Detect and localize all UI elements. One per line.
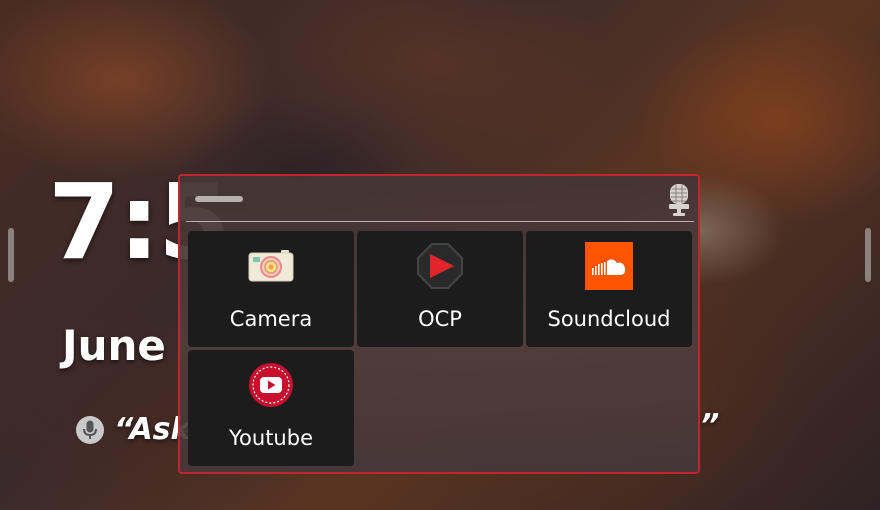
camera-icon (246, 241, 296, 291)
app-tile-soundcloud[interactable]: Soundcloud (526, 231, 692, 347)
app-label-youtube: Youtube (229, 426, 313, 450)
microphone-icon[interactable] (664, 182, 694, 218)
youtube-icon (246, 360, 296, 410)
app-label-soundcloud: Soundcloud (547, 307, 671, 331)
drawer-drag-handle[interactable] (195, 196, 243, 202)
app-tile-camera[interactable]: Camera (188, 231, 354, 347)
app-label-camera: Camera (229, 307, 313, 331)
left-edge-handle[interactable] (8, 228, 14, 282)
app-tile-ocp[interactable]: OCP (357, 231, 523, 347)
app-label-ocp: OCP (418, 307, 462, 331)
drawer-topbar (180, 176, 698, 222)
clock-date: June (62, 321, 166, 370)
voice-hint: “Ask (76, 412, 190, 447)
right-edge-handle[interactable] (865, 228, 871, 282)
hint-close-quote: ” (700, 408, 720, 443)
drawer-divider (186, 221, 694, 222)
app-tile-youtube[interactable]: Youtube (188, 350, 354, 466)
ocp-play-icon (415, 241, 465, 291)
hint-microphone-icon (76, 415, 104, 444)
app-drawer: Camera OCP Soundcloud Youtube (178, 174, 700, 474)
soundcloud-icon (584, 241, 634, 291)
